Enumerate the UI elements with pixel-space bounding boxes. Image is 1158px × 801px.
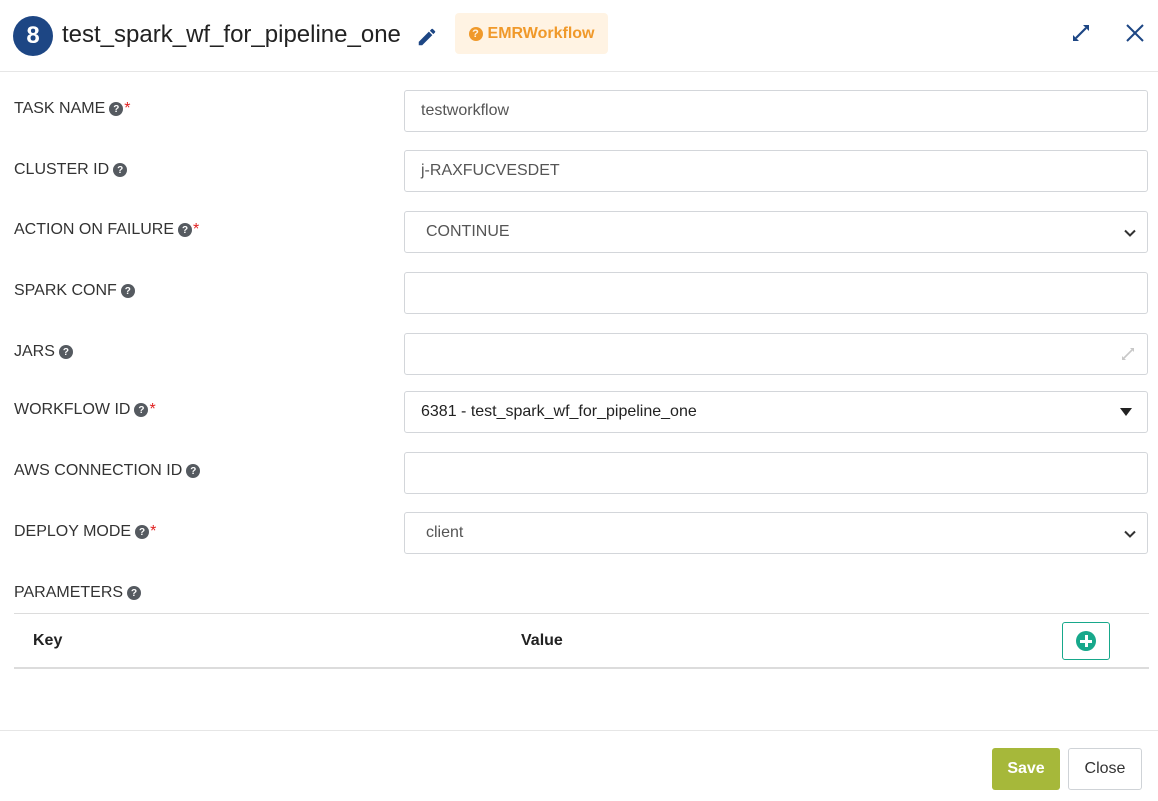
jars-label: JARS ? [14, 343, 73, 361]
chevron-down-icon [1124, 530, 1136, 538]
required-marker: * [124, 100, 131, 117]
parameters-value-header: Value [521, 632, 563, 649]
question-circle-icon: ? [468, 26, 483, 41]
workflow-id-select[interactable]: 6381 - test_spark_wf_for_pipeline_one [404, 391, 1148, 433]
deploy-mode-select[interactable]: client [404, 512, 1148, 554]
parameters-table-bottom-border [14, 667, 1149, 669]
parameters-table-top-border [14, 613, 1149, 614]
chevron-down-icon [1124, 229, 1136, 237]
aws-connection-id-label: AWS CONNECTION ID ? [14, 462, 201, 480]
question-circle-icon[interactable]: ? [113, 163, 128, 177]
workflow-id-label: WORKFLOW ID ? * [14, 401, 156, 418]
close-button[interactable]: Close [1068, 748, 1142, 790]
aws-connection-id-input[interactable] [404, 452, 1148, 494]
task-type-label: EMRWorkflow [487, 24, 595, 42]
required-marker: * [149, 401, 156, 418]
jars-input[interactable] [404, 333, 1148, 375]
task-type-badge: ? EMRWorkflow [455, 13, 608, 54]
question-circle-icon[interactable]: ? [135, 525, 150, 539]
question-circle-icon[interactable]: ? [178, 223, 193, 237]
spark-conf-input[interactable] [404, 272, 1148, 314]
cluster-id-input[interactable]: j-RAXFUCVESDET [404, 150, 1148, 192]
dialog-header: 8 test_spark_wf_for_pipeline_one ? EMRWo… [0, 0, 1158, 72]
required-marker: * [150, 523, 157, 540]
cluster-id-label: CLUSTER ID ? [14, 161, 128, 179]
question-circle-icon[interactable]: ? [58, 345, 73, 359]
question-circle-icon[interactable]: ? [186, 464, 201, 478]
close-x-icon[interactable] [1124, 22, 1146, 44]
add-parameter-button[interactable] [1062, 622, 1110, 660]
expand-arrows-icon[interactable] [1070, 22, 1092, 44]
action-on-failure-select[interactable]: CONTINUE [404, 211, 1148, 253]
caret-down-icon [1120, 408, 1132, 416]
required-marker: * [193, 221, 200, 238]
save-button[interactable]: Save [992, 748, 1060, 790]
plus-circle-icon [1076, 631, 1096, 651]
parameters-key-header: Key [33, 632, 63, 649]
parameters-label: PARAMETERS ? [14, 584, 142, 602]
question-circle-icon[interactable]: ? [127, 586, 142, 600]
step-number-badge: 8 [13, 16, 53, 56]
task-name-label: TASK NAME ? * [14, 100, 131, 117]
action-on-failure-label: ACTION ON FAILURE ? * [14, 221, 200, 238]
question-circle-icon[interactable]: ? [109, 102, 124, 116]
expand-field-icon[interactable] [1119, 345, 1137, 363]
question-circle-icon[interactable]: ? [120, 284, 135, 298]
spark-conf-label: SPARK CONF ? [14, 282, 135, 300]
footer-divider [0, 730, 1158, 731]
pencil-icon[interactable] [416, 26, 438, 48]
task-name-input[interactable]: testworkflow [404, 90, 1148, 132]
task-title: test_spark_wf_for_pipeline_one [62, 21, 401, 48]
question-circle-icon[interactable]: ? [134, 403, 149, 417]
deploy-mode-label: DEPLOY MODE ? * [14, 523, 157, 540]
